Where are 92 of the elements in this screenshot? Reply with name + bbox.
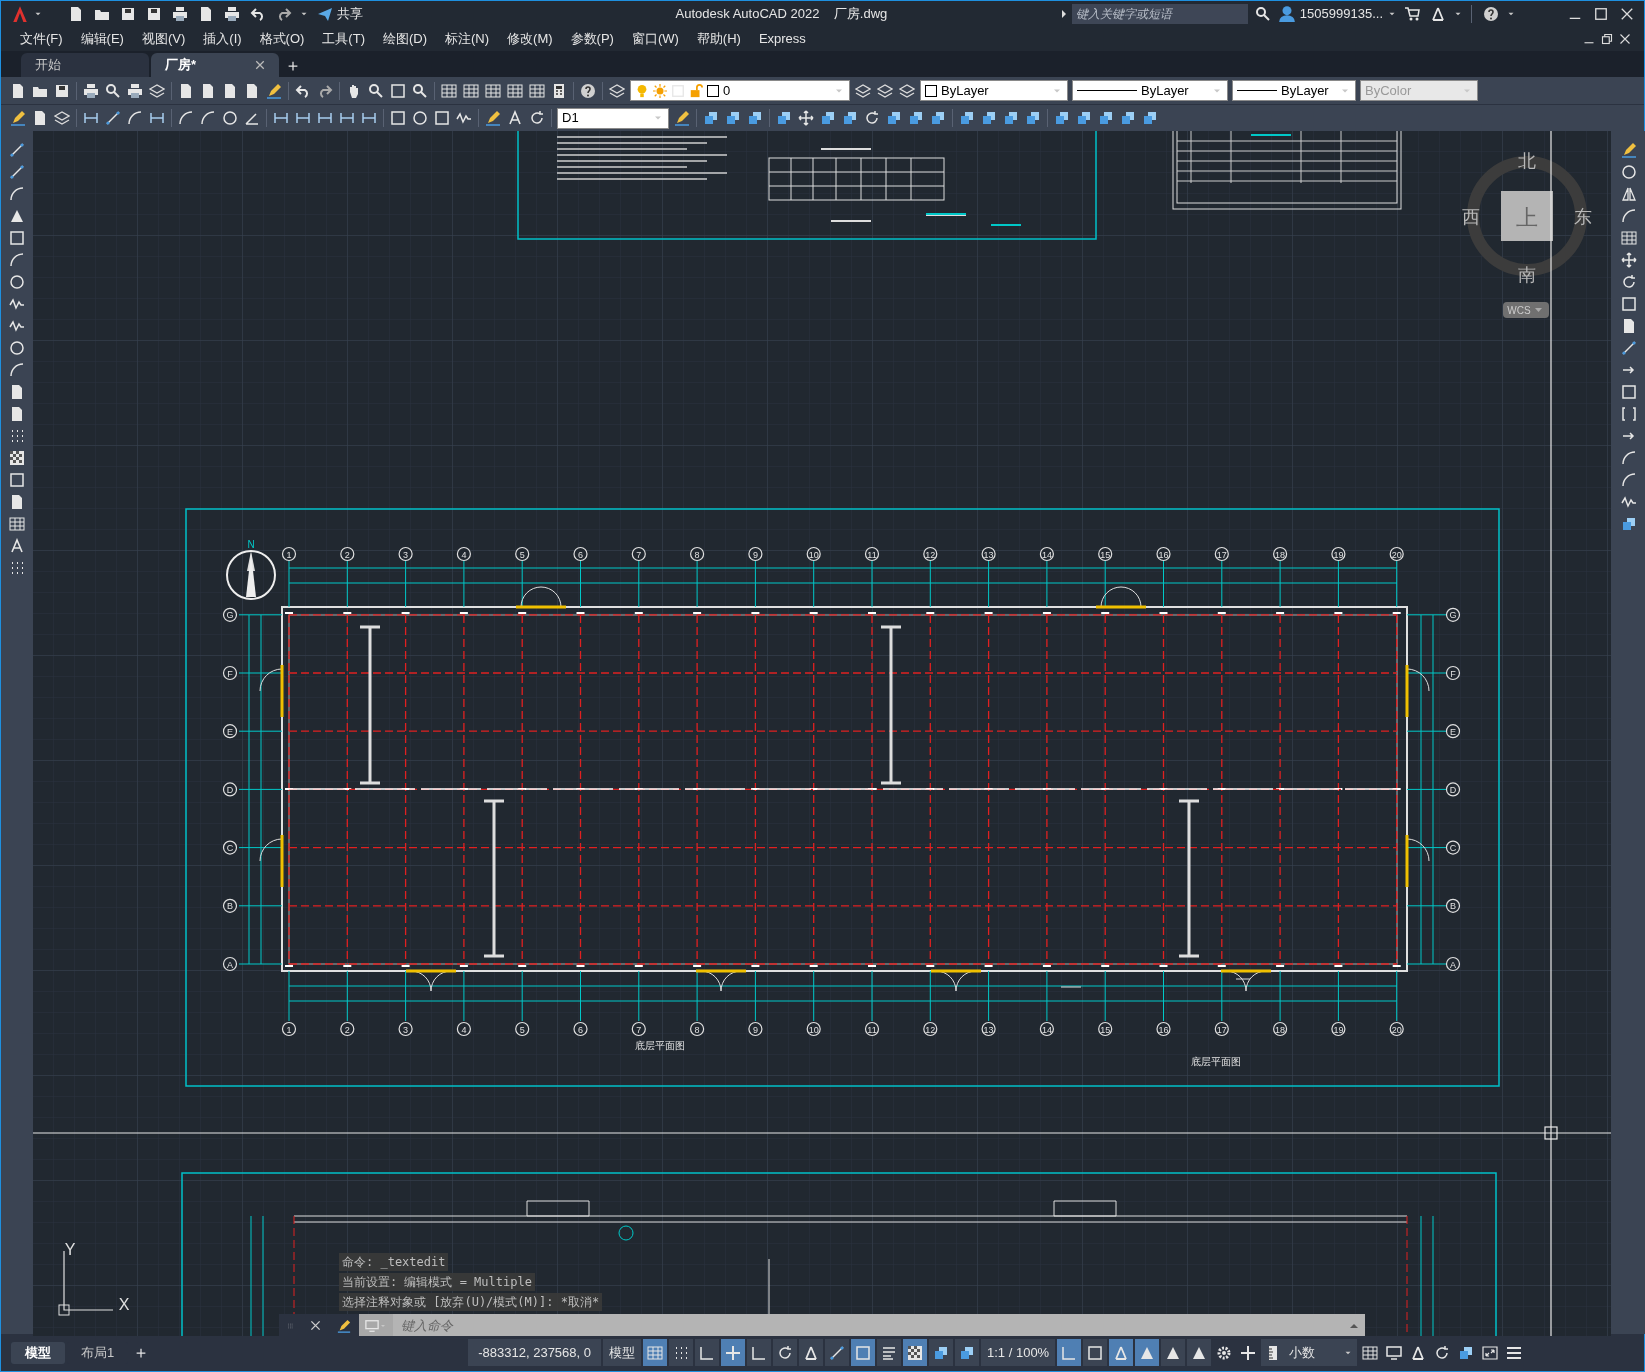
- axis-bubble: 7: [631, 1021, 646, 1037]
- axis-bubble: 20: [1389, 1021, 1404, 1037]
- axis-bubble: B: [1445, 898, 1461, 913]
- axis-bubble: 12: [923, 1021, 938, 1037]
- axis-bubble: 9: [748, 546, 763, 562]
- axis-bubble: 2: [340, 546, 355, 562]
- axis-bubble: 19: [1331, 1021, 1346, 1037]
- compass-label[interactable]: 西: [1462, 207, 1480, 227]
- viewcube-face-label: 上: [1516, 205, 1538, 230]
- units-dropdown[interactable]: 小数: [1261, 1339, 1358, 1366]
- axis-bubble: 4: [456, 1021, 471, 1037]
- axis-bubble: C: [222, 840, 238, 855]
- menu-item[interactable]: 视图(V): [132, 29, 195, 49]
- window-title: Autodesk AutoCAD 2022 厂房.dwg: [675, 5, 888, 24]
- menu-item[interactable]: Express: [749, 29, 815, 49]
- drawing-title: 底层平面图: [635, 1040, 685, 1051]
- axis-label: Y: [64, 1241, 76, 1258]
- dropdown-value: ByLayer: [1141, 81, 1190, 100]
- search-field[interactable]: 键入关键字或短语: [1071, 4, 1248, 24]
- axis-bubble: 15: [1098, 546, 1113, 562]
- share-button[interactable]: 共享: [317, 4, 363, 24]
- axis-bubble: 13: [981, 1021, 996, 1037]
- menu-item[interactable]: 标注(N): [436, 29, 499, 49]
- compass-label[interactable]: 东: [1574, 207, 1592, 227]
- axis-bubble: 5: [515, 546, 530, 562]
- axis-bubble: C: [1445, 840, 1461, 855]
- dropdown-value: 0: [723, 81, 732, 100]
- menu-item[interactable]: 编辑(E): [71, 29, 133, 49]
- dropdown-value: ByLayer: [1281, 81, 1330, 100]
- dropdown-value: D1: [562, 109, 580, 128]
- axis-bubble: 16: [1156, 1021, 1171, 1037]
- menu-item[interactable]: 绘图(D): [373, 29, 436, 49]
- drawing-title: 底层平面图: [1191, 1056, 1241, 1067]
- axis-bubble: 6: [573, 1021, 588, 1037]
- axis-bubble: 3: [398, 1021, 413, 1037]
- axis-bubble: 10: [806, 546, 821, 562]
- annotation-scale[interactable]: 1:1 / 100%: [981, 1339, 1056, 1366]
- axis-bubble: 8: [690, 1021, 705, 1037]
- axis-bubble: B: [222, 898, 238, 913]
- compass-label[interactable]: 南: [1518, 265, 1536, 285]
- axis-bubble: 9: [748, 1021, 763, 1037]
- axis-bubble: 13: [981, 546, 996, 562]
- axis-bubble: 10: [806, 1021, 821, 1037]
- north-label: N: [247, 539, 255, 550]
- dropdown-field[interactable]: ByLayer: [920, 80, 1068, 101]
- menu-item[interactable]: 窗口(W): [622, 29, 688, 49]
- menu-item[interactable]: 格式(O): [250, 29, 314, 49]
- menu-item[interactable]: 插入(I): [194, 29, 251, 49]
- axis-bubble: 17: [1214, 546, 1229, 562]
- menu-item[interactable]: 参数(P): [561, 29, 623, 49]
- axis-bubble: 12: [923, 546, 938, 562]
- axis-bubble: 14: [1039, 1021, 1054, 1037]
- dropdown-value: ByColor: [1365, 81, 1413, 100]
- axis-bubble: D: [222, 782, 238, 797]
- axis-bubble: 15: [1098, 1021, 1113, 1037]
- axis-bubble: G: [222, 607, 238, 622]
- menu-item[interactable]: 文件(F): [11, 29, 72, 49]
- axis-bubble: 7: [631, 546, 646, 562]
- dropdown-value: ByLayer: [941, 81, 990, 100]
- user-name[interactable]: 1505999135...: [1299, 4, 1383, 24]
- axis-bubble: 18: [1273, 546, 1288, 562]
- layout-tab[interactable]: 模型: [11, 1341, 65, 1364]
- axis-bubble: 6: [573, 546, 588, 562]
- axis-bubble: D: [1445, 782, 1461, 797]
- axis-bubble: 19: [1331, 546, 1346, 562]
- axis-bubble: E: [1445, 724, 1461, 739]
- compass-label[interactable]: 北: [1518, 151, 1536, 171]
- document-tab[interactable]: 开始: [21, 53, 149, 77]
- axis-bubble: 20: [1389, 546, 1404, 562]
- axis-bubble: 3: [398, 546, 413, 562]
- axis-label: X: [118, 1296, 130, 1313]
- axis-bubble: 4: [456, 546, 471, 562]
- menu-item[interactable]: 修改(M): [498, 29, 562, 49]
- dropdown-field[interactable]: D1: [557, 107, 669, 129]
- axis-bubble: E: [222, 724, 238, 739]
- dropdown-field[interactable]: ByLayer: [1232, 80, 1356, 101]
- axis-bubble: 16: [1156, 546, 1171, 562]
- axis-bubble: 5: [515, 1021, 530, 1037]
- dropdown-field[interactable]: ByLayer: [1072, 80, 1228, 101]
- document-tab[interactable]: 厂房*: [151, 53, 279, 77]
- axis-bubble: G: [1445, 607, 1461, 622]
- axis-bubble: 14: [1039, 546, 1054, 562]
- coordinates-readout: -883312, 237568, 0: [468, 1339, 601, 1366]
- axis-bubble: 2: [340, 1021, 355, 1037]
- axis-bubble: 18: [1273, 1021, 1288, 1037]
- axis-bubble: 8: [690, 546, 705, 562]
- space-toggle[interactable]: 模型: [603, 1339, 641, 1366]
- axis-bubble: 17: [1214, 1021, 1229, 1037]
- dropdown-field[interactable]: 0: [630, 80, 850, 101]
- menu-item[interactable]: 帮助(H): [687, 29, 750, 49]
- menu-item[interactable]: 工具(T): [313, 29, 374, 49]
- command-input[interactable]: 键入命令: [393, 1314, 1343, 1336]
